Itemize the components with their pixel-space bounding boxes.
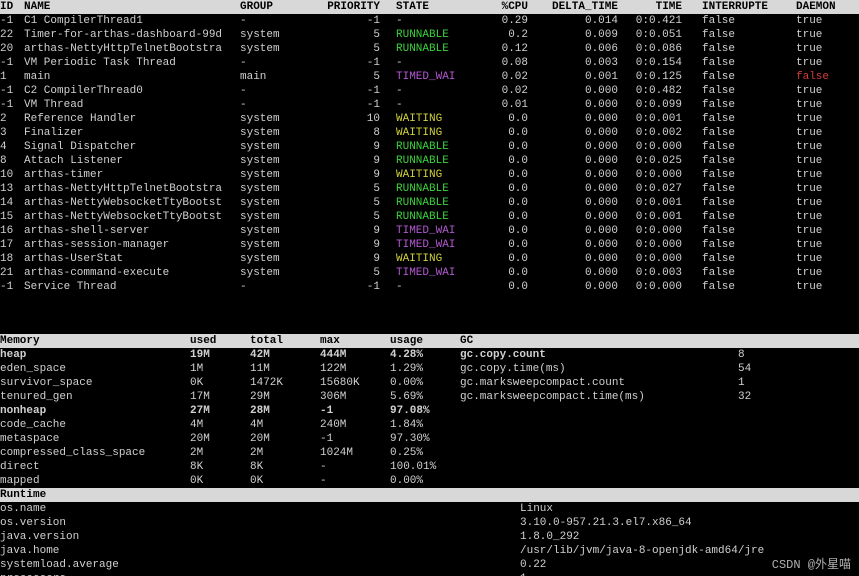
thread-row: 14arthas-NettyWebsocketTtyBootstsystem5R… [0, 196, 859, 210]
memory-row: compressed_class_space2M2M1024M0.25% [0, 446, 859, 460]
thread-row: 13arthas-NettyHttpTelnetBootstrasystem5R… [0, 182, 859, 196]
watermark: CSDN @外星喵 [772, 558, 851, 572]
memory-header-row: MemoryusedtotalmaxusageGC [0, 334, 859, 348]
thread-row: 18arthas-UserStatsystem9WAITING0.00.0000… [0, 252, 859, 266]
thread-row: -1VM Periodic Task Thread--1-0.080.0030:… [0, 56, 859, 70]
thread-row: 16arthas-shell-serversystem9TIMED_WAI0.0… [0, 224, 859, 238]
thread-header-row: IDNAMEGROUPPRIORITYSTATE%CPUDELTA_TIMETI… [0, 0, 859, 14]
thread-row: 1mainmain5TIMED_WAI0.020.0010:0.125false… [0, 70, 859, 84]
thread-table: -1C1 CompilerThread1--1-0.290.0140:0.421… [0, 14, 859, 294]
runtime-row: systemload.average0.22 [0, 558, 859, 572]
memory-row: direct8K8K-100.01% [0, 460, 859, 474]
runtime-row: java.version1.8.0_292 [0, 530, 859, 544]
memory-row: nonheap27M28M-197.08% [0, 404, 859, 418]
runtime-row: os.version3.10.0-957.21.3.el7.x86_64 [0, 516, 859, 530]
thread-row: 2Reference Handlersystem10WAITING0.00.00… [0, 112, 859, 126]
thread-row: 17arthas-session-managersystem9TIMED_WAI… [0, 238, 859, 252]
runtime-table: os.nameLinuxos.version3.10.0-957.21.3.el… [0, 502, 859, 576]
thread-row: 10arthas-timersystem9WAITING0.00.0000:0.… [0, 168, 859, 182]
thread-row: -1C1 CompilerThread1--1-0.290.0140:0.421… [0, 14, 859, 28]
thread-row: 20arthas-NettyHttpTelnetBootstrasystem5R… [0, 42, 859, 56]
runtime-row: os.nameLinux [0, 502, 859, 516]
thread-row: 15arthas-NettyWebsocketTtyBootstsystem5R… [0, 210, 859, 224]
thread-row: -1C2 CompilerThread0--1-0.020.0000:0.482… [0, 84, 859, 98]
memory-row: mapped0K0K-0.00% [0, 474, 859, 488]
memory-table: heap19M42M444M4.28%gc.copy.count8eden_sp… [0, 348, 859, 488]
memory-row: tenured_gen17M29M306M5.69%gc.marksweepco… [0, 390, 859, 404]
memory-row: survivor_space0K1472K15680K0.00%gc.marks… [0, 376, 859, 390]
memory-row: eden_space1M11M122M1.29%gc.copy.time(ms)… [0, 362, 859, 376]
thread-row: -1Service Thread--1-0.00.0000:0.000false… [0, 280, 859, 294]
thread-row: 4Signal Dispatchersystem9RUNNABLE0.00.00… [0, 140, 859, 154]
thread-row: -1VM Thread--1-0.010.0000:0.099falsetrue [0, 98, 859, 112]
thread-row: 22Timer-for-arthas-dashboard-99dsystem5R… [0, 28, 859, 42]
runtime-header-row: Runtime [0, 488, 859, 502]
runtime-row: java.home/usr/lib/jvm/java-8-openjdk-amd… [0, 544, 859, 558]
thread-row: 3Finalizersystem8WAITING0.00.0000:0.002f… [0, 126, 859, 140]
memory-row: metaspace20M20M-197.30% [0, 432, 859, 446]
memory-row: heap19M42M444M4.28%gc.copy.count8 [0, 348, 859, 362]
thread-row: 8Attach Listenersystem9RUNNABLE0.00.0000… [0, 154, 859, 168]
thread-row: 21arthas-command-executesystem5TIMED_WAI… [0, 266, 859, 280]
runtime-row: processors1 [0, 572, 859, 576]
memory-row: code_cache4M4M240M1.84% [0, 418, 859, 432]
